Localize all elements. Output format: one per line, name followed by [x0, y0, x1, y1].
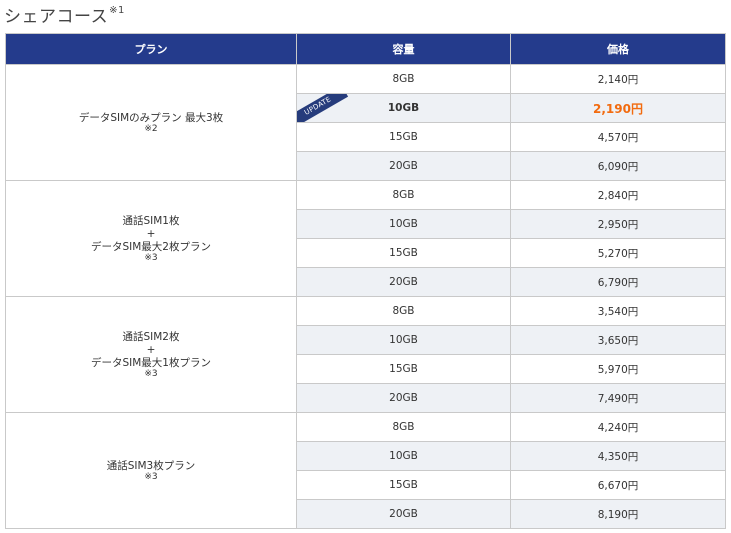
- price-cell: 6,670円: [510, 470, 726, 500]
- plan-footnote: ※3: [144, 252, 158, 263]
- plan-name-line: データSIM最大1枚プラン: [90, 356, 211, 369]
- capacity-cell: 8GB: [296, 180, 511, 210]
- plan-name-cell: 通話SIM3枚プラン ※3: [5, 412, 297, 529]
- plan-name-line: 通話SIM2枚: [122, 330, 180, 343]
- price-value: 4,350円: [597, 450, 639, 463]
- price-value: 8,190円: [597, 508, 639, 521]
- title-text: シェアコース: [4, 7, 109, 27]
- table-header-row: プラン 容量 価格: [5, 33, 726, 65]
- price-value: 4,570円: [597, 131, 639, 144]
- capacity-cell: UPDATE 10GB: [296, 93, 511, 123]
- price-cell: 7,490円: [510, 383, 726, 413]
- price-value: 2,840円: [597, 189, 639, 202]
- price-value: 3,650円: [597, 334, 639, 347]
- capacity-cell: 15GB: [296, 354, 511, 384]
- capacity-value: 8GB: [392, 189, 415, 201]
- capacity-cell: 10GB: [296, 441, 511, 471]
- capacity-cell: 20GB: [296, 499, 511, 529]
- title-footnote: ※1: [109, 5, 125, 17]
- price-cell: 4,350円: [510, 441, 726, 471]
- capacity-cell: 15GB: [296, 470, 511, 500]
- plan-footnote: ※3: [144, 368, 158, 379]
- price-cell: 3,540円: [510, 296, 726, 326]
- plan-name-cell: 通話SIM1枚 + データSIM最大2枚プラン ※3: [5, 180, 297, 297]
- table-row: 通話SIM2枚 + データSIM最大1枚プラン ※3 8GB 3,540円: [5, 296, 726, 413]
- price-cell: 8,190円: [510, 499, 726, 529]
- price-value: 3,540円: [597, 305, 639, 318]
- plan-name-cell: 通話SIM2枚 + データSIM最大1枚プラン ※3: [5, 296, 297, 413]
- capacity-value: 20GB: [389, 276, 418, 288]
- table-row: 通話SIM1枚 + データSIM最大2枚プラン ※3 8GB 2,840円: [5, 180, 726, 297]
- capacity-cell: 20GB: [296, 267, 511, 297]
- price-value: 2,950円: [597, 218, 639, 231]
- plan-name-line: +: [146, 343, 156, 356]
- table-body: データSIMのみプラン 最大3枚 ※2 8GB 2,140円 UPDATE 10GB 2,1…: [5, 64, 726, 529]
- capacity-value: 15GB: [389, 247, 418, 259]
- table-row: 通話SIM3枚プラン ※3 8GB 4,240円: [5, 412, 726, 529]
- plan-name-line: データSIM最大2枚プラン: [90, 240, 211, 253]
- price-value: 2,140円: [597, 73, 639, 86]
- capacity-value: 15GB: [389, 479, 418, 491]
- price-cell: 6,790円: [510, 267, 726, 297]
- capacity-value: 20GB: [389, 508, 418, 520]
- price-cell: 2,840円: [510, 180, 726, 210]
- price-value: 6,790円: [597, 276, 639, 289]
- update-badge: UPDATE: [297, 94, 349, 122]
- capacity-cell: 8GB: [296, 296, 511, 326]
- price-cell: 5,970円: [510, 354, 726, 384]
- price-cell: 2,190円: [510, 93, 726, 123]
- price-value: 4,240円: [597, 421, 639, 434]
- capacity-value: 15GB: [389, 131, 418, 143]
- capacity-cell: 10GB: [296, 325, 511, 355]
- price-cell: 5,270円: [510, 238, 726, 268]
- plan-name-line: データSIMのみプラン 最大3枚: [78, 111, 224, 124]
- capacity-value: 8GB: [392, 305, 415, 317]
- price-value: 6,670円: [597, 479, 639, 492]
- price-cell: 3,650円: [510, 325, 726, 355]
- plan-name-line: 通話SIM1枚: [122, 214, 180, 227]
- capacity-value: 10GB: [387, 102, 420, 114]
- plan-footnote: ※3: [144, 471, 158, 482]
- capacity-cell: 20GB: [296, 151, 511, 181]
- price-cell: 4,240円: [510, 412, 726, 442]
- price-value: 2,190円: [593, 101, 643, 116]
- price-cell: 2,950円: [510, 209, 726, 239]
- plan-name-cell: データSIMのみプラン 最大3枚 ※2: [5, 64, 297, 181]
- capacity-value: 8GB: [392, 421, 415, 433]
- plan-footnote: ※2: [144, 123, 158, 134]
- capacity-cell: 10GB: [296, 209, 511, 239]
- capacity-value: 8GB: [392, 73, 415, 85]
- plan-name-line: 通話SIM3枚プラン: [106, 459, 196, 472]
- header-capacity: 容量: [296, 33, 511, 65]
- capacity-cell: 15GB: [296, 122, 511, 152]
- capacity-value: 15GB: [389, 363, 418, 375]
- price-value: 7,490円: [597, 392, 639, 405]
- capacity-cell: 8GB: [296, 64, 511, 94]
- price-value: 5,270円: [597, 247, 639, 260]
- header-plan: プラン: [5, 33, 297, 65]
- header-price: 価格: [510, 33, 726, 65]
- price-cell: 6,090円: [510, 151, 726, 181]
- price-value: 5,970円: [597, 363, 639, 376]
- price-cell: 4,570円: [510, 122, 726, 152]
- table-row: データSIMのみプラン 最大3枚 ※2 8GB 2,140円: [5, 64, 726, 181]
- capacity-value: 20GB: [389, 160, 418, 172]
- capacity-value: 10GB: [389, 334, 418, 346]
- plan-name-line: +: [146, 227, 156, 240]
- capacity-cell: 15GB: [296, 238, 511, 268]
- capacity-cell: 20GB: [296, 383, 511, 413]
- share-course-price-table: プラン 容量 価格 データSIMのみプラン 最大3枚 ※2 8GB 2,140円 UPD…: [5, 33, 726, 529]
- capacity-value: 10GB: [389, 450, 418, 462]
- page-title: シェアコース※1: [4, 2, 125, 27]
- price-cell: 2,140円: [510, 64, 726, 94]
- capacity-value: 10GB: [389, 218, 418, 230]
- price-value: 6,090円: [597, 160, 639, 173]
- capacity-value: 20GB: [389, 392, 418, 404]
- capacity-cell: 8GB: [296, 412, 511, 442]
